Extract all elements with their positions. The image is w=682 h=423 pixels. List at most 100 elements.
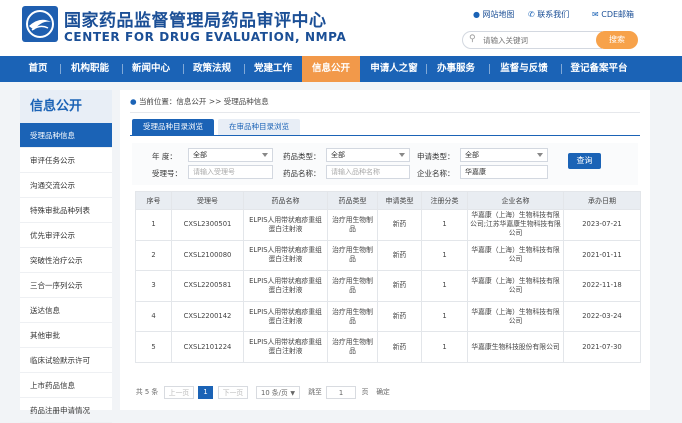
table-row[interactable]: 2 CXSL2100080 ELPIS人用带状疱疹重组蛋白注射液 治疗用生物制品… — [135, 239, 641, 272]
nav-home[interactable]: 首页 — [22, 56, 54, 82]
cell-drug-type: 治疗用生物制品 — [327, 239, 378, 272]
table-row[interactable]: 3 CXSL2200581 ELPIS人用带状疱疹重组蛋白注射液 治疗用生物制品… — [135, 270, 641, 302]
table-row[interactable]: 1 CXSL2300501 ELPIS人用带状疱疹重组蛋白注射液 治疗用生物制品… — [135, 209, 641, 241]
site-header: 国家药品监督管理局药品审评中心 CENTER FOR DRUG EVALUATI… — [0, 0, 682, 56]
cell-drug-name: ELPIS人用带状疱疹重组蛋白注射液 — [243, 331, 328, 363]
chevron-down-icon — [537, 153, 543, 157]
sidebar-item-clinical[interactable]: 临床试验默示许可 — [20, 348, 112, 373]
col-header-reg-class[interactable]: 注册分类 — [421, 191, 468, 210]
nav-divider — [426, 64, 427, 74]
year-select[interactable]: 全部 — [188, 148, 273, 162]
cell-index: 2 — [135, 239, 172, 272]
nav-services[interactable]: 办事服务 — [431, 56, 481, 82]
drug-type-select[interactable]: 全部 — [326, 148, 410, 162]
breadcrumb: ● 当前位置：信息公开 >> 受理品种信息 — [130, 97, 269, 106]
cell-company: 华嘉康（上海）生物科技有限公司 — [467, 300, 564, 333]
nav-about[interactable]: 机构职能 — [66, 56, 114, 82]
cell-company: 华嘉康（上海）生物科技有限公司 — [467, 239, 564, 272]
chevron-down-icon — [399, 153, 405, 157]
cell-reg-class: 1 — [421, 239, 468, 272]
company-label: 企业名称： — [417, 169, 455, 178]
goto-confirm-button[interactable]: 确定 — [374, 386, 392, 399]
tab-underline — [130, 135, 640, 136]
nav-party[interactable]: 党建工作 — [249, 56, 297, 82]
sidebar-item-priority[interactable]: 优先审评公示 — [20, 223, 112, 248]
sidebar-title: 信息公开 — [20, 90, 112, 123]
sidebar-item-marketed[interactable]: 上市药品信息 — [20, 373, 112, 398]
search-input[interactable] — [483, 35, 593, 46]
nav-news[interactable]: 新闻中心 — [127, 56, 175, 82]
nav-policy[interactable]: 政策法规 — [188, 56, 236, 82]
cell-date: 2022-11-18 — [563, 270, 641, 302]
prev-page-button[interactable]: 上一页 — [164, 386, 194, 399]
col-header-drug-type[interactable]: 药品类型 — [327, 191, 378, 210]
sidebar-item-applications[interactable]: 药品注册申请情况 — [20, 398, 112, 423]
nav-divider — [60, 64, 61, 74]
contact-link[interactable]: ✆ 联系我们 — [528, 9, 569, 20]
tab-accepted-list[interactable]: 受理品种目录浏览 — [132, 119, 214, 135]
col-header-accept-no[interactable]: 受理号 — [171, 191, 244, 210]
cell-accept-no: CXSL2101224 — [171, 331, 244, 363]
goto-page-input[interactable]: 1 — [326, 386, 356, 399]
cell-reg-class: 1 — [421, 209, 468, 241]
query-button[interactable]: 查询 — [568, 153, 601, 169]
map-pin-icon: ● — [473, 10, 480, 19]
page-1-button[interactable]: 1 — [198, 386, 213, 399]
nav-divider — [183, 64, 184, 74]
table-row[interactable]: 5 CXSL2101224 ELPIS人用带状疱疹重组蛋白注射液 治疗用生物制品… — [135, 331, 641, 363]
sitemap-link[interactable]: ● 网站地图 — [473, 9, 515, 20]
cell-reg-class: 1 — [421, 331, 468, 363]
cell-drug-type: 治疗用生物制品 — [327, 300, 378, 333]
site-title-en: CENTER FOR DRUG EVALUATION, NMPA — [64, 30, 347, 44]
apply-type-select[interactable]: 全部 — [460, 148, 548, 162]
col-header-index[interactable]: 序号 — [135, 191, 172, 210]
cell-drug-type: 治疗用生物制品 — [327, 270, 378, 302]
col-header-date[interactable]: 承办日期 — [563, 191, 641, 210]
sidebar-item-delivery[interactable]: 送达信息 — [20, 298, 112, 323]
cell-accept-no: CXSL2200142 — [171, 300, 244, 333]
nav-divider — [561, 64, 562, 74]
cde-logo[interactable] — [22, 6, 58, 42]
nav-registration[interactable]: 登记备案平台 — [566, 56, 632, 82]
tab-in-review-list[interactable]: 在审品种目录浏览 — [218, 119, 300, 135]
next-page-button[interactable]: 下一页 — [218, 386, 248, 399]
sidebar-item-other[interactable]: 其他审批 — [20, 323, 112, 348]
col-header-apply-type[interactable]: 申请类型 — [377, 191, 422, 210]
nav-applicant[interactable]: 申请人之窗 — [366, 56, 422, 82]
sidebar-item-three-in-one[interactable]: 三合一序列公示 — [20, 273, 112, 298]
nav-info-public[interactable]: 信息公开 — [302, 56, 360, 82]
accept-no-label: 受理号： — [152, 169, 182, 178]
drug-name-label: 药品名称： — [283, 169, 321, 178]
drug-name-input[interactable]: 请输入品种名称 — [326, 165, 410, 179]
col-header-company[interactable]: 企业名称 — [467, 191, 564, 210]
nav-divider — [122, 64, 123, 74]
nav-feedback[interactable]: 监督与反馈 — [494, 56, 554, 82]
sidebar-item-accepted[interactable]: 受理品种信息 — [20, 123, 112, 148]
accept-no-input[interactable]: 请输入受理号 — [188, 165, 273, 179]
page-size-select[interactable]: 10 条/页 ▼ — [256, 386, 300, 399]
cell-drug-name: ELPIS人用带状疱疹重组蛋白注射液 — [243, 209, 328, 241]
table-header-row: 序号 受理号 药品名称 药品类型 申请类型 注册分类 企业名称 承办日期 — [135, 191, 641, 210]
cell-apply-type: 新药 — [377, 331, 422, 363]
company-input[interactable]: 华嘉康 — [460, 165, 548, 179]
sidebar-item-special-approval[interactable]: 特殊审批品种列表 — [20, 198, 112, 223]
cell-drug-name: ELPIS人用带状疱疹重组蛋白注射液 — [243, 239, 328, 272]
drug-type-label: 药品类型： — [283, 152, 321, 161]
search-button[interactable]: 搜索 — [596, 31, 638, 49]
cell-company: 华嘉康（上海）生物科技有限公司 — [467, 270, 564, 302]
cell-drug-type: 治疗用生物制品 — [327, 331, 378, 363]
cell-accept-no: CXSL2200581 — [171, 270, 244, 302]
search-icon: ⚲ — [469, 34, 476, 44]
col-header-drug-name[interactable]: 药品名称 — [243, 191, 328, 210]
email-link[interactable]: ✉ CDE邮箱 — [592, 9, 634, 20]
sidebar-item-breakthrough[interactable]: 突破性治疗公示 — [20, 248, 112, 273]
year-label: 年 度： — [152, 152, 177, 161]
table-row[interactable]: 4 CXSL2200142 ELPIS人用带状疱疹重组蛋白注射液 治疗用生物制品… — [135, 300, 641, 333]
cell-accept-no: CXSL2300501 — [171, 209, 244, 241]
cell-apply-type: 新药 — [377, 209, 422, 241]
cell-date: 2023-07-21 — [563, 209, 641, 241]
location-pin-icon: ● — [130, 97, 137, 106]
sidebar: 信息公开 受理品种信息 审评任务公示 沟通交流公示 特殊审批品种列表 优先审评公… — [20, 90, 112, 423]
sidebar-item-review-tasks[interactable]: 审评任务公示 — [20, 148, 112, 173]
sidebar-item-communication[interactable]: 沟通交流公示 — [20, 173, 112, 198]
